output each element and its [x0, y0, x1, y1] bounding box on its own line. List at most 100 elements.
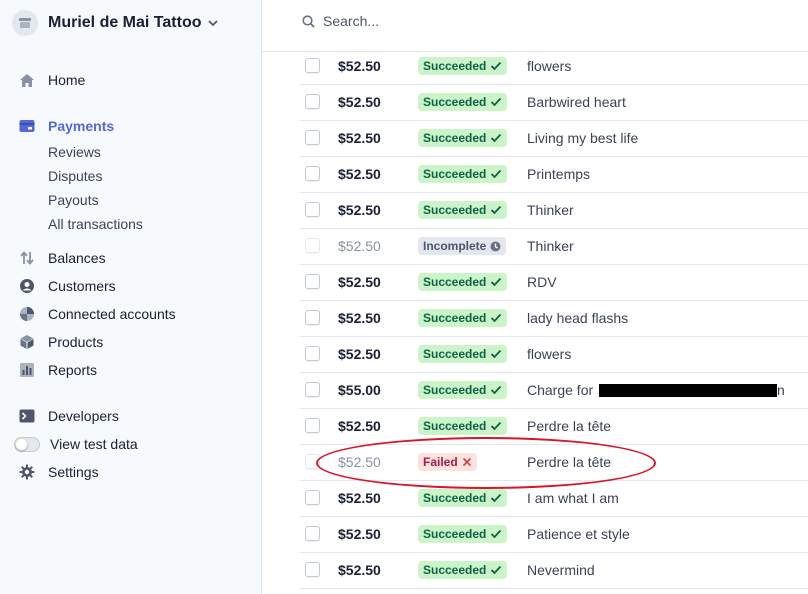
payment-amount: $52.50: [338, 490, 381, 506]
status-label: Succeeded: [423, 131, 487, 145]
sidebar-item-products[interactable]: Products: [18, 331, 103, 353]
row-checkbox[interactable]: [305, 58, 320, 73]
payment-description: Charge for n: [527, 382, 785, 398]
search-icon: [302, 14, 315, 28]
status-badge: Succeeded: [418, 381, 508, 399]
status-badge: Succeeded: [418, 309, 508, 327]
description-text: Thinker: [527, 202, 574, 218]
balances-icon: [18, 250, 35, 267]
sidebar-item-connected-accounts[interactable]: Connected accounts: [18, 303, 176, 325]
status-badge: Succeeded: [418, 165, 508, 183]
account-switcher[interactable]: Muriel de Mai Tattoo: [12, 8, 219, 38]
description-text: Thinker: [527, 238, 574, 254]
table-row[interactable]: $52.50 Succeeded flowers: [300, 49, 808, 85]
table-row[interactable]: $52.50 Succeeded Nevermind: [300, 553, 808, 589]
clock-icon: [490, 241, 501, 251]
status-badge: Succeeded: [418, 57, 508, 75]
row-checkbox[interactable]: [305, 490, 320, 505]
row-checkbox[interactable]: [305, 418, 320, 433]
checkmark-icon: [491, 169, 502, 179]
table-row[interactable]: $52.50 Succeeded flowers: [300, 337, 808, 373]
status-badge: Succeeded: [418, 273, 508, 291]
payment-description: Perdre la tête: [527, 454, 611, 470]
table-row[interactable]: $52.50 Succeeded Patience et style: [300, 517, 808, 553]
terminal-icon: [18, 408, 35, 425]
row-checkbox[interactable]: [305, 346, 320, 361]
status-badge: Succeeded: [418, 525, 508, 543]
table-row[interactable]: $52.50 Succeeded Barbwired heart: [300, 85, 808, 121]
table-row[interactable]: $52.50 Succeeded Thinker: [300, 193, 808, 229]
row-checkbox[interactable]: [305, 130, 320, 145]
row-checkbox[interactable]: [305, 562, 320, 577]
row-checkbox[interactable]: [305, 382, 320, 397]
payment-amount: $55.00: [338, 382, 381, 398]
table-row[interactable]: $52.50 Succeeded RDV: [300, 265, 808, 301]
table-row[interactable]: $52.50 Succeeded lady head flashs: [300, 301, 808, 337]
description-text: Patience et style: [527, 526, 630, 542]
status-badge: Succeeded: [418, 201, 508, 219]
sidebar-item-label: Settings: [48, 464, 99, 480]
sidebar-item-label: Reports: [48, 362, 98, 378]
payment-amount: $52.50: [338, 310, 381, 326]
description-text: lady head flashs: [527, 310, 629, 326]
row-checkbox[interactable]: [305, 238, 320, 253]
payment-description: Thinker: [527, 238, 574, 254]
sidebar-item-payments[interactable]: Payments: [18, 115, 114, 137]
description-text: Living my best life: [527, 130, 639, 146]
sidebar-subitem-all-transactions[interactable]: All transactions: [48, 214, 143, 234]
products-icon: [18, 334, 35, 351]
sidebar-item-home[interactable]: Home: [18, 69, 85, 91]
sidebar-item-settings[interactable]: Settings: [18, 461, 99, 483]
row-checkbox[interactable]: [305, 274, 320, 289]
sidebar-item-developers[interactable]: Developers: [18, 405, 119, 427]
row-checkbox[interactable]: [305, 94, 320, 109]
payment-description: flowers: [527, 346, 571, 362]
table-row[interactable]: $52.50 Succeeded I am what I am: [300, 481, 808, 517]
sidebar-item-view-test-data[interactable]: View test data: [14, 433, 138, 455]
description-text: Printemps: [527, 166, 591, 182]
table-row[interactable]: $52.50 Succeeded Printemps: [300, 157, 808, 193]
checkmark-icon: [491, 493, 502, 503]
status-badge: Incomplete: [418, 237, 507, 255]
home-icon: [18, 72, 35, 89]
row-checkbox[interactable]: [305, 166, 320, 181]
description-text: Barbwired heart: [527, 94, 626, 110]
status-badge: Succeeded: [418, 129, 508, 147]
table-row[interactable]: $52.50 Succeeded Living my best life: [300, 121, 808, 157]
row-checkbox[interactable]: [305, 454, 320, 469]
row-checkbox[interactable]: [305, 526, 320, 541]
checkmark-icon: [491, 205, 502, 215]
row-checkbox[interactable]: [305, 202, 320, 217]
payment-amount: $52.50: [338, 562, 381, 578]
sidebar-item-balances[interactable]: Balances: [18, 247, 106, 269]
checkmark-icon: [491, 313, 502, 323]
status-label: Succeeded: [423, 59, 487, 73]
table-row[interactable]: $52.50 Incomplete Thinker: [300, 229, 808, 265]
sidebar-item-customers[interactable]: Customers: [18, 275, 116, 297]
status-label: Succeeded: [423, 563, 487, 577]
payment-amount: $52.50: [338, 274, 381, 290]
table-row[interactable]: $52.50 Failed Perdre la tête: [300, 445, 808, 481]
table-row[interactable]: $52.50 Succeeded Perdre la tête: [300, 409, 808, 445]
connected-accounts-icon: [18, 306, 35, 323]
payment-description: Nevermind: [527, 562, 595, 578]
sidebar-subitem-disputes[interactable]: Disputes: [48, 166, 102, 186]
sidebar-subitem-reviews[interactable]: Reviews: [48, 142, 101, 162]
status-label: Incomplete: [423, 239, 487, 253]
description-suffix: n: [777, 382, 785, 398]
reports-icon: [18, 362, 35, 379]
search-input[interactable]: [323, 13, 623, 29]
status-label: Succeeded: [423, 491, 487, 505]
sidebar-subitem-payouts[interactable]: Payouts: [48, 190, 99, 210]
sidebar-item-reports[interactable]: Reports: [18, 359, 97, 381]
status-badge: Succeeded: [418, 93, 508, 111]
status-label: Succeeded: [423, 347, 487, 361]
table-row[interactable]: $55.00 Succeeded Charge for n: [300, 373, 808, 409]
gear-icon: [18, 464, 35, 481]
row-checkbox[interactable]: [305, 310, 320, 325]
description-text: Perdre la tête: [527, 454, 612, 470]
search-bar[interactable]: [302, 13, 623, 29]
payment-description: lady head flashs: [527, 310, 628, 326]
status-badge: Succeeded: [418, 489, 508, 507]
test-data-toggle[interactable]: [14, 436, 40, 452]
